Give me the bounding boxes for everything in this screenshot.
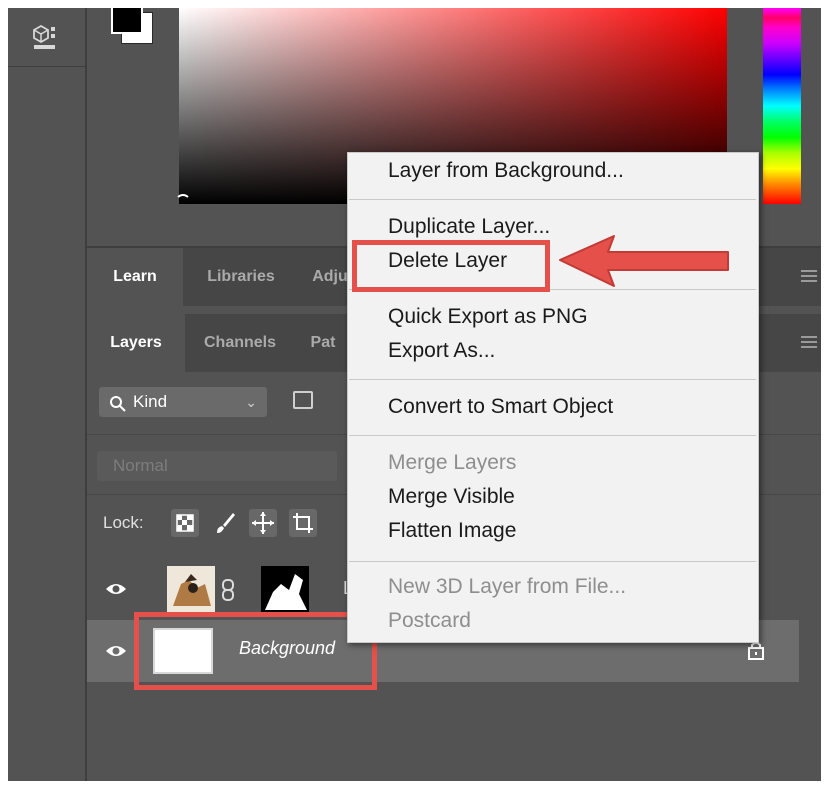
lock-artboard-icon[interactable] xyxy=(289,509,317,537)
menu-item-new-3d-layer: New 3D Layer from File... xyxy=(388,575,627,598)
lock-transparent-pixels-icon[interactable] xyxy=(171,509,199,537)
background-layer-highlight xyxy=(134,612,377,690)
image-filter-icon[interactable] xyxy=(293,391,313,409)
tab-paths[interactable]: Pat xyxy=(295,314,351,372)
menu-separator xyxy=(349,435,756,436)
tab-learn[interactable]: Learn xyxy=(87,248,183,306)
hue-slider[interactable] xyxy=(763,8,801,204)
menu-item-convert-smart-object[interactable]: Convert to Smart Object xyxy=(388,395,613,419)
delete-layer-highlight xyxy=(352,240,550,292)
kind-filter-select[interactable]: Kind ⌄ xyxy=(99,387,267,417)
layers-panel-menu-icon[interactable] xyxy=(801,336,817,350)
menu-item-quick-export-png[interactable]: Quick Export as PNG xyxy=(388,305,588,329)
3d-cube-icon[interactable] xyxy=(30,22,60,52)
menu-separator xyxy=(349,199,756,200)
menu-item-flatten-image[interactable]: Flatten Image xyxy=(388,519,516,543)
menu-item-duplicate-layer[interactable]: Duplicate Layer... xyxy=(388,215,550,239)
lock-label: Lock: xyxy=(103,513,144,532)
menu-separator xyxy=(349,561,756,562)
tab-layers[interactable]: Layers xyxy=(87,314,185,372)
chevron-down-icon: ⌄ xyxy=(245,394,257,410)
lock-position-icon[interactable] xyxy=(249,509,277,537)
chain-link-icon[interactable] xyxy=(221,578,235,607)
layer-thumbnail xyxy=(167,566,215,612)
screenshot-frame: Learn Libraries Adju Layers Channels Pat… xyxy=(0,0,829,789)
layer-context-menu: Layer from Background... Duplicate Layer… xyxy=(347,152,759,643)
menu-item-merge-layers: Merge Layers xyxy=(388,451,517,474)
toolbar-divider xyxy=(8,66,85,67)
layers-empty-area xyxy=(87,684,821,781)
menu-item-merge-visible[interactable]: Merge Visible xyxy=(388,485,515,509)
blend-mode-select[interactable]: Normal xyxy=(97,451,337,481)
tab-libraries[interactable]: Libraries xyxy=(183,248,299,306)
search-icon xyxy=(109,393,127,423)
menu-separator xyxy=(349,379,756,380)
menu-item-postcard: Postcard xyxy=(388,609,471,632)
lock-icon xyxy=(747,640,765,665)
kind-filter-label: Kind xyxy=(133,392,168,411)
eye-icon[interactable] xyxy=(105,579,127,599)
layer-mask-thumbnail[interactable] xyxy=(261,566,309,612)
foreground-color-swatch[interactable] xyxy=(111,8,143,34)
lock-image-pixels-icon[interactable] xyxy=(211,509,239,537)
callout-arrow-icon xyxy=(556,230,736,300)
menu-item-layer-from-background[interactable]: Layer from Background... xyxy=(388,159,624,183)
tab-channels[interactable]: Channels xyxy=(185,314,295,372)
menu-item-export-as[interactable]: Export As... xyxy=(388,339,495,363)
panel-menu-icon[interactable] xyxy=(801,270,817,284)
color-picker-cursor[interactable] xyxy=(175,194,191,210)
eye-icon[interactable] xyxy=(105,641,127,661)
tool-strip xyxy=(8,8,87,781)
